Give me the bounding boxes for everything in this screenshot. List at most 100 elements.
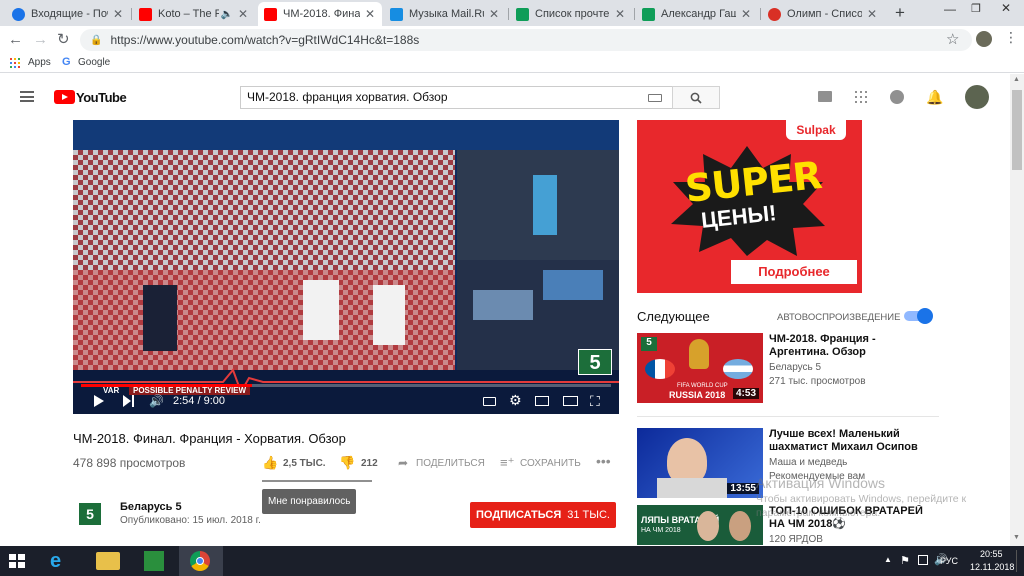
tab-close-icon[interactable]: ✕ — [364, 7, 376, 21]
recommendation-thumbnail[interactable]: ЛЯПЫ ВРАТАРЕЙ НА ЧМ 2018 — [637, 505, 763, 545]
dislike-count[interactable]: 212 — [361, 458, 378, 469]
thumb-subcaption: НА ЧМ 2018 — [641, 527, 681, 534]
goalkeeper-face-icon — [697, 511, 719, 541]
like-count[interactable]: 2,5 ТЫС. — [283, 458, 326, 469]
channel-avatar[interactable]: 5 — [79, 503, 101, 525]
subtitles-icon[interactable] — [483, 397, 496, 406]
url-text[interactable]: https://www.youtube.com/watch?v=gRtIWdC1… — [110, 33, 419, 47]
tab-close-icon[interactable]: ✕ — [237, 7, 249, 21]
messages-icon[interactable] — [890, 90, 904, 104]
autoplay-knob — [917, 308, 933, 324]
tab-koto[interactable]: Koto – The For 🔈 ✕ — [133, 2, 255, 26]
recommendation-meta: 271 тыс. просмотров — [769, 376, 866, 387]
menu-kebab-icon[interactable]: ⋮ — [1004, 29, 1018, 46]
recommendation-channel[interactable]: Маша и медведь — [769, 456, 847, 469]
forward-arrow-icon[interactable]: → — [33, 31, 48, 48]
chrome-taskbar-button[interactable] — [179, 546, 223, 576]
restore-button[interactable]: ❐ — [966, 2, 986, 18]
settings-gear-icon[interactable]: ⚙ — [509, 392, 522, 409]
tab-active-video[interactable]: ЧМ-2018. Финал. Ф ✕ — [258, 2, 382, 26]
activation-watermark-title: Активация Windows — [756, 475, 886, 491]
save-playlist-icon[interactable]: ≡⁺ — [500, 455, 514, 471]
video-player[interactable]: 5 VAR POSSIBLE PENALTY REVIEW 🔊 2:54 / 9… — [73, 120, 619, 414]
apps-icon[interactable] — [855, 91, 867, 103]
tab-gashin[interactable]: Александр Гашин ✕ — [636, 2, 758, 26]
store-icon[interactable] — [144, 551, 164, 571]
tab-close-icon[interactable]: ✕ — [866, 7, 878, 21]
tab-music-mail[interactable]: Музыка Mail.Ru – ✕ — [384, 2, 506, 26]
progress-played — [81, 384, 252, 387]
recommendation-thumbnail[interactable]: 13:55 — [637, 428, 763, 498]
like-thumb-icon[interactable]: 👍 — [262, 455, 278, 471]
channel-name[interactable]: Беларусь 5 — [120, 501, 182, 513]
bookmarks-bar: Apps G Google — [0, 53, 1024, 73]
youtube-logo-icon[interactable] — [54, 90, 75, 104]
recommendation-title[interactable]: ЧМ-2018. Франция - Аргентина. Обзор — [769, 333, 929, 359]
search-button[interactable] — [672, 86, 720, 109]
scroll-down-arrow-icon[interactable]: ▼ — [1013, 534, 1020, 541]
bookmark-google[interactable]: Google — [78, 57, 110, 68]
reload-icon[interactable]: ↻ — [57, 30, 70, 48]
create-video-icon[interactable] — [818, 91, 832, 102]
windows-start-icon[interactable] — [9, 554, 25, 568]
play-icon[interactable] — [93, 395, 105, 407]
youtube-logo-text[interactable]: YouTube — [76, 90, 127, 105]
tab-close-icon[interactable]: ✕ — [740, 7, 752, 21]
bookmark-star-icon[interactable]: ☆ — [946, 30, 959, 48]
recommendation-title[interactable]: Лучше всех! Маленький шахматист Михаил О… — [769, 428, 929, 454]
recommendation-item[interactable]: 5 FIFA WORLD CUP RUSSIA 2018 4:53 ЧМ-201… — [637, 333, 937, 405]
network-icon[interactable] — [918, 555, 928, 565]
fullscreen-icon[interactable]: ⛶ — [590, 394, 600, 408]
apps-grid-icon — [10, 58, 20, 68]
recommendation-channel[interactable]: Беларусь 5 — [769, 361, 821, 374]
hamburger-menu-icon[interactable] — [20, 91, 34, 102]
clock-time[interactable]: 20:55 — [980, 549, 1003, 559]
bookmark-apps[interactable]: Apps — [28, 57, 51, 68]
dislike-thumb-icon[interactable]: 👎 — [339, 455, 355, 471]
back-arrow-icon[interactable]: ← — [8, 31, 23, 48]
tab-close-icon[interactable]: ✕ — [614, 7, 626, 21]
tab-close-icon[interactable]: ✕ — [112, 7, 124, 21]
clock-date[interactable]: 12.11.2018 — [970, 562, 1014, 572]
share-button[interactable]: ПОДЕЛИТЬСЯ — [416, 458, 485, 469]
share-arrow-icon[interactable]: ➦ — [398, 456, 408, 470]
tab-reading-list[interactable]: Список прочтений ✕ — [510, 2, 632, 26]
tray-expand-icon[interactable]: ▲ — [884, 555, 892, 564]
search-input[interactable]: ЧМ-2018. франция хорватия. Обзор — [240, 86, 672, 109]
ad-cta-button[interactable]: Подробнее — [731, 260, 857, 284]
speaker-icon[interactable]: 🔈 — [221, 9, 233, 20]
tab-mail-inbox[interactable]: Входящие - Почта ✕ — [6, 2, 130, 26]
internet-explorer-icon[interactable]: e — [50, 550, 72, 572]
profile-avatar-icon[interactable] — [976, 31, 992, 47]
new-tab-button[interactable]: + — [890, 3, 910, 23]
sulpak-ad-banner[interactable]: Sulpak SUPER ЦЕНЫ! Подробнее — [637, 120, 862, 293]
keyboard-icon[interactable] — [648, 94, 662, 102]
tab-close-icon[interactable]: ✕ — [488, 7, 500, 21]
account-avatar[interactable] — [965, 85, 989, 109]
video-duration: 4:53 — [732, 388, 759, 399]
page-scrollbar[interactable]: ▲ ▼ — [1010, 74, 1024, 546]
language-indicator[interactable]: РУС — [940, 556, 958, 566]
notifications-bell-icon[interactable]: 🔔 — [926, 89, 943, 106]
next-icon[interactable] — [123, 395, 135, 407]
tab-olimp[interactable]: Олимп - Список с ✕ — [762, 2, 884, 26]
theater-mode-icon[interactable] — [563, 396, 578, 406]
volume-icon[interactable]: 🔊 — [149, 394, 164, 408]
subscribe-button[interactable]: ПОДПИСАТЬСЯ 31 ТЫС. — [470, 502, 616, 528]
file-explorer-icon[interactable] — [96, 552, 120, 570]
autoplay-toggle[interactable] — [904, 308, 933, 324]
miniplayer-icon[interactable] — [535, 396, 549, 406]
action-flag-icon[interactable]: ⚑ — [900, 554, 910, 567]
save-button[interactable]: СОХРАНИТЬ — [520, 458, 581, 469]
show-desktop-button[interactable] — [1016, 550, 1022, 572]
recommendation-thumbnail[interactable]: 5 FIFA WORLD CUP RUSSIA 2018 4:53 — [637, 333, 763, 403]
progress-bar[interactable] — [81, 384, 611, 387]
minimize-button[interactable]: — — [940, 2, 960, 18]
scroll-up-arrow-icon[interactable]: ▲ — [1013, 76, 1020, 83]
recommendation-channel[interactable]: 120 ЯРДОВ — [769, 533, 823, 545]
scrollbar-thumb[interactable] — [1012, 90, 1022, 170]
tab-title: Музыка Mail.Ru – — [409, 8, 484, 20]
more-actions-icon[interactable]: ••• — [596, 453, 611, 469]
address-bar[interactable]: 🔒 https://www.youtube.com/watch?v=gRtIWd… — [80, 29, 972, 51]
close-window-button[interactable]: ✕ — [996, 1, 1016, 17]
